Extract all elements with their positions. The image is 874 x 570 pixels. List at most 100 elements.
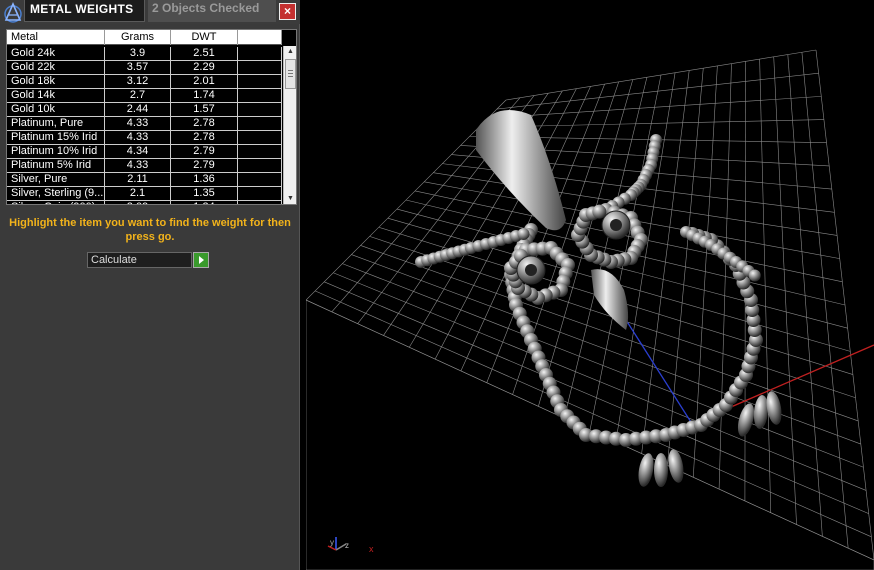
axis-label-x: x [369,544,374,554]
column-header-metal[interactable]: Metal [7,30,105,45]
play-arrow-icon [199,256,204,264]
cell-dwt: 1.35 [171,187,238,200]
panel-title: METAL WEIGHTS [24,0,145,22]
bead [748,269,761,282]
cell-dwt: 2.51 [171,47,238,60]
cell-metal: Silver, Sterling (9... [7,187,105,200]
app-window: METAL WEIGHTS 2 Objects Checked × Metal … [0,0,874,570]
cell-dwt: 2.01 [171,75,238,88]
scroll-thumb[interactable] [285,59,296,89]
3d-viewport[interactable]: y z x [306,0,874,570]
cell-dwt: 2.29 [171,61,238,74]
cell-empty [238,145,282,158]
panel-titlebar: METAL WEIGHTS 2 Objects Checked × [0,0,300,24]
owl-talon [766,391,782,425]
cell-dwt: 2.78 [171,117,238,130]
ground-grid [306,49,874,570]
table-scrollbar[interactable]: ▲ ▼ [283,46,296,204]
table-row[interactable]: Gold 14k 2.7 1.74 [7,89,282,103]
cell-metal: Platinum 10% Irid [7,145,105,158]
cell-metal: Gold 10k [7,103,105,116]
scroll-up-arrow-icon[interactable]: ▲ [284,46,296,58]
axis-label-z: z [345,541,349,550]
table-body: Gold 24k 3.9 2.51 Gold 22k 3.57 2.29 Gold 18k 3… [7,47,282,204]
cell-metal: Gold 24k [7,47,105,60]
go-button[interactable] [193,252,209,268]
cell-empty [238,159,282,172]
bead [517,228,530,240]
column-header-grams[interactable]: Grams [105,30,171,45]
cell-grams: 4.33 [105,159,171,172]
axis-label-y: y [330,538,334,547]
cell-empty [238,89,282,102]
owl-talon [737,403,755,437]
cell-metal: Silver, Coin (900) [7,201,105,204]
owl-pupil [525,264,537,276]
cell-grams: 2.44 [105,103,171,116]
cell-grams: 3.9 [105,47,171,60]
cell-grams: 3.12 [105,75,171,88]
owl-talon [638,453,654,487]
cell-empty [238,75,282,88]
cell-grams: 4.34 [105,145,171,158]
column-header-dwt[interactable]: DWT [171,30,238,45]
table-row[interactable]: Silver, Pure 2.11 1.36 [7,173,282,187]
table-row[interactable]: Gold 10k 2.44 1.57 [7,103,282,117]
metal-weights-table[interactable]: Metal Grams DWT Gold 24k 3.9 2.51 Gold 22k 3… [6,29,297,205]
grip-line [288,76,293,77]
owl-talon [654,453,668,487]
instruction-text: Highlight the item you want to find the … [9,217,291,243]
cell-empty [238,61,282,74]
cell-empty [238,131,282,144]
cell-empty [238,47,282,60]
cell-grams: 2.11 [105,173,171,186]
cell-empty [238,187,282,200]
objects-checked-status: 2 Objects Checked [148,0,276,22]
cell-metal: Platinum 15% Irid [7,131,105,144]
cell-dwt: 1.36 [171,173,238,186]
cell-dwt: 2.79 [171,159,238,172]
owl-pupil [610,219,622,231]
grip-line [288,73,293,74]
viewport-canvas: y z x [306,49,874,570]
table-row[interactable]: Platinum 5% Irid 4.33 2.79 [7,159,282,173]
scroll-down-arrow-icon[interactable]: ▼ [284,193,296,204]
owl-beak [591,269,629,330]
close-button[interactable]: × [279,3,296,20]
axis-gizmo: y z x [327,537,374,554]
calculate-dropdown[interactable]: Calculate [87,252,192,268]
cell-metal: Gold 18k [7,75,105,88]
column-header-empty [238,30,282,45]
cell-grams: 2.09 [105,201,171,204]
cell-grams: 4.33 [105,131,171,144]
y-axis-line [625,319,697,431]
cell-empty [238,201,282,204]
cell-grams: 2.7 [105,89,171,102]
cell-grams: 4.33 [105,117,171,130]
metal-weights-panel: METAL WEIGHTS 2 Objects Checked × Metal … [0,0,300,570]
table-row[interactable]: Platinum, Pure 4.33 2.78 [7,117,282,131]
cell-dwt: 1.74 [171,89,238,102]
cell-dwt: 2.78 [171,131,238,144]
cell-dwt: 1.57 [171,103,238,116]
cell-empty [238,117,282,130]
table-row[interactable]: Gold 22k 3.57 2.29 [7,61,282,75]
table-row[interactable]: Silver, Sterling (9... 2.1 1.35 [7,187,282,201]
cell-metal: Gold 14k [7,89,105,102]
app-logo-icon [2,1,24,23]
cell-metal: Platinum, Pure [7,117,105,130]
cell-grams: 3.57 [105,61,171,74]
table-row[interactable]: Gold 24k 3.9 2.51 [7,47,282,61]
cell-dwt: 2.79 [171,145,238,158]
table-row[interactable]: Platinum 15% Irid 4.33 2.78 [7,131,282,145]
cell-metal: Gold 22k [7,61,105,74]
cell-metal: Silver, Pure [7,173,105,186]
cell-metal: Platinum 5% Irid [7,159,105,172]
table-row[interactable]: Platinum 10% Irid 4.34 2.79 [7,145,282,159]
cell-empty [238,173,282,186]
cell-grams: 2.1 [105,187,171,200]
cell-empty [238,103,282,116]
table-row[interactable]: Gold 18k 3.12 2.01 [7,75,282,89]
table-row[interactable]: Silver, Coin (900)2.091.34 [7,201,282,204]
grip-line [288,70,293,71]
